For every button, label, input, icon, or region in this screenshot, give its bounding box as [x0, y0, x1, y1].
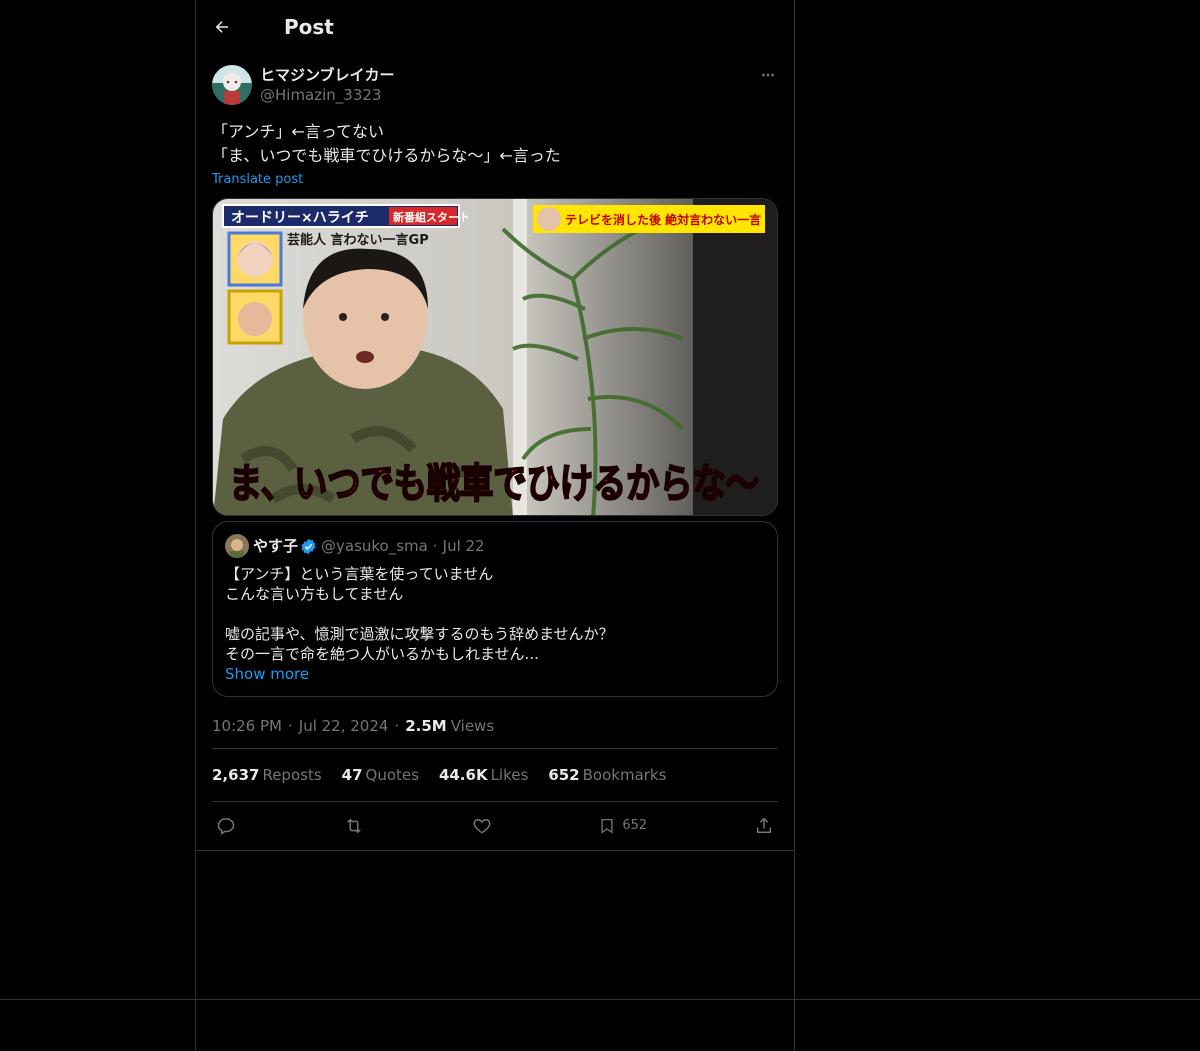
views-label: Views	[450, 716, 495, 735]
media-caption: ま、いつでも戦車でひけるからな〜	[229, 461, 759, 507]
bookmark-button[interactable]: 652	[598, 816, 647, 836]
bookmark-count: 652	[622, 818, 648, 833]
quotes-count: 47	[341, 766, 363, 784]
share-button[interactable]	[754, 816, 774, 836]
bottom-divider	[0, 999, 1200, 1000]
bookmark-icon	[601, 818, 613, 834]
likes-count: 44.6K	[438, 766, 488, 784]
separator-dot: ·	[287, 716, 293, 735]
verified-badge-icon	[300, 538, 317, 555]
quoted-text: 【アンチ】という言葉を使っていません こんな言い方もしてません 嘘の記事や、憶測…	[225, 565, 614, 663]
page-title: Post	[284, 14, 334, 39]
reposts-count: 2,637	[212, 766, 260, 784]
repost-button[interactable]	[343, 816, 365, 836]
quotes-label: Quotes	[365, 766, 419, 784]
post-text-line: 「ま、いつでも戦車でひけるからな〜」←言った	[212, 146, 561, 165]
quoted-post-header: やす子 @yasuko_sma · Jul 22	[225, 534, 765, 558]
reposts-stat[interactable]: 2,637 Reposts	[212, 766, 322, 784]
avatar[interactable]	[212, 65, 252, 105]
show-more-link[interactable]: Show more	[225, 664, 765, 684]
post-bottom-divider	[196, 850, 794, 851]
quoted-display-name[interactable]: やす子	[253, 536, 298, 556]
media-sub-banner: 芸能人 言わない一言GP	[287, 232, 429, 248]
author-display-name[interactable]: ヒマジンブレイカー	[260, 66, 395, 84]
back-arrow-icon[interactable]	[212, 17, 232, 37]
quotes-stat[interactable]: 47 Quotes	[342, 766, 419, 784]
author-names: ヒマジンブレイカー @Himazin_3323	[260, 66, 395, 106]
post-media-image[interactable]: オードリー×ハライチ 新番組スタート 芸能人 言わない一言GP テレビを消した後…	[212, 198, 778, 516]
translate-post-link[interactable]: Translate post	[212, 170, 778, 190]
separator-dot: ·	[432, 537, 438, 555]
repost-icon	[347, 818, 361, 833]
share-icon	[756, 816, 771, 833]
bookmarks-stat[interactable]: 652 Bookmarks	[548, 766, 666, 784]
media-top-banner-tag: 新番組スタート	[393, 210, 470, 224]
post: ヒマジンブレイカー @Himazin_3323 「アンチ」←言ってない 「ま、い…	[196, 65, 794, 849]
quoted-handle[interactable]: @yasuko_sma	[321, 536, 428, 556]
post-text: 「アンチ」←言ってない 「ま、いつでも戦車でひけるからな〜」←言った	[212, 120, 778, 168]
heart-icon	[473, 818, 491, 834]
author-row: ヒマジンブレイカー @Himazin_3323	[212, 65, 778, 106]
quoted-date[interactable]: Jul 22	[443, 536, 485, 556]
quoted-post[interactable]: やす子 @yasuko_sma · Jul 22 【アンチ】という言葉を使ってい…	[212, 521, 778, 697]
bookmarks-label: Bookmarks	[582, 766, 667, 784]
action-bar: 652	[212, 802, 778, 849]
reply-button[interactable]	[216, 816, 236, 836]
quoted-avatar[interactable]	[225, 534, 249, 558]
post-column: Post ヒマジンブレイカー @Himazin_3323 「アンチ」←言ってない…	[196, 0, 794, 849]
post-text-line: 「アンチ」←言ってない	[212, 122, 384, 141]
reposts-label: Reposts	[262, 766, 322, 784]
right-column-border	[794, 0, 795, 1051]
engagement-stats: 2,637 Reposts 47 Quotes 44.6K Likes 652 Book…	[212, 749, 778, 802]
post-date[interactable]: Jul 22, 2024	[299, 717, 389, 735]
bookmarks-count: 652	[548, 766, 580, 784]
page-header: Post	[196, 0, 794, 53]
likes-stat[interactable]: 44.6K Likes	[439, 766, 528, 784]
post-time[interactable]: 10:26 PM	[212, 717, 282, 735]
media-corner-banner: テレビを消した後 絶対言わない一言	[565, 212, 761, 227]
like-button[interactable]	[472, 816, 492, 836]
media-top-banner: オードリー×ハライチ	[231, 210, 369, 226]
views-count: 2.5M	[405, 716, 447, 735]
post-meta: 10:26 PM · Jul 22, 2024 · 2.5M Views	[212, 713, 778, 749]
author-handle[interactable]: @Himazin_3323	[260, 84, 395, 106]
reply-icon	[217, 817, 235, 835]
separator-dot: ·	[394, 716, 400, 735]
more-options-icon[interactable]	[758, 65, 778, 85]
likes-label: Likes	[490, 766, 529, 784]
